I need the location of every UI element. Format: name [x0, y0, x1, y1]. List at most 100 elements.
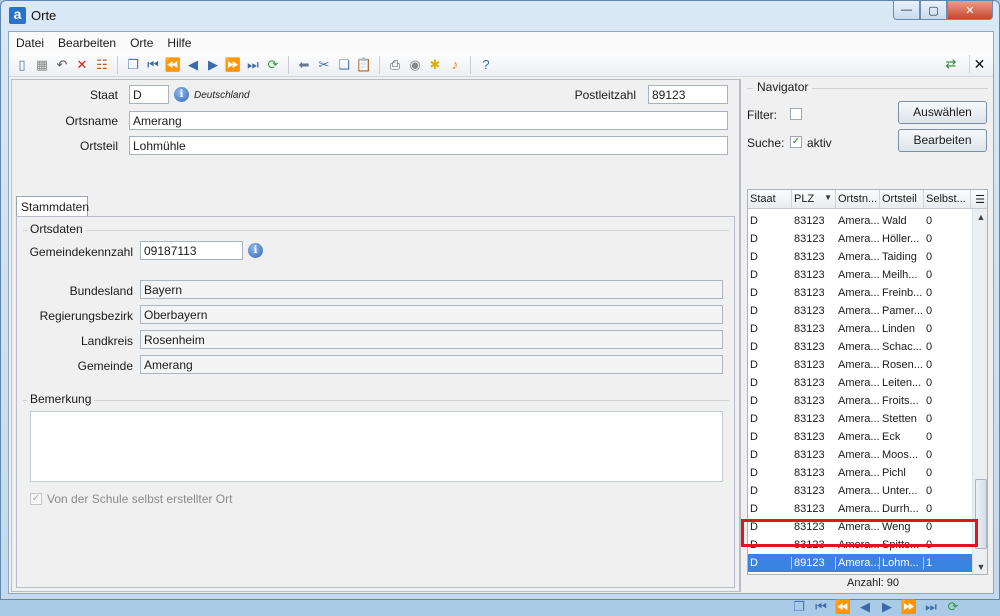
column-header-ortsteil[interactable]: Ortsteil [880, 190, 924, 208]
table-row[interactable]: D 83123 Amera... Pamer... 0 [748, 302, 972, 320]
refresh-icon[interactable]: ⟳ [943, 598, 963, 616]
scroll-up-icon[interactable]: ▲ [973, 209, 987, 225]
table-row[interactable]: D 83123 Amera... Weng 0 [748, 518, 972, 536]
table-row[interactable]: D 83123 Amera... Unter... 0 [748, 482, 972, 500]
bearbeiten-button[interactable]: Bearbeiten [898, 129, 987, 152]
preview-icon[interactable]: ◉ [406, 56, 424, 74]
menu-bearbeiten[interactable]: Bearbeiten [51, 32, 123, 53]
table-row[interactable]: D 83123 Amera... Linden 0 [748, 320, 972, 338]
print-icon[interactable]: ⎙ [386, 56, 404, 74]
filter-checkbox[interactable] [790, 108, 802, 120]
menu-orte[interactable]: Orte [123, 32, 160, 53]
table-row[interactable]: D 83123 Amera... Meilh... 0 [748, 266, 972, 284]
undo-icon[interactable]: ↶ [53, 56, 71, 74]
form-panel: Staat D i Deutschland Postleitzahl 89123… [11, 79, 740, 592]
table-cell: D [750, 521, 758, 533]
staat-input[interactable]: D [129, 85, 169, 104]
last-icon[interactable]: ⏭ [244, 56, 262, 74]
ortsname-input[interactable]: Amerang [129, 111, 728, 130]
table-row[interactable]: D 83123 Amera... Höller... 0 [748, 230, 972, 248]
grid-scrollbar[interactable]: ▲ ▼ [972, 209, 987, 574]
selected-table-row[interactable]: D 89123 Amera... Lohm... 1 [748, 554, 972, 572]
column-header-staat[interactable]: Staat [748, 190, 792, 208]
table-row[interactable]: D 83123 Amera... Leiten... 0 [748, 374, 972, 392]
prev-page-icon[interactable]: ⏪ [833, 598, 853, 616]
landkreis-label: Landkreis [80, 334, 133, 348]
menu-hilfe[interactable]: Hilfe [160, 32, 198, 53]
close-button[interactable]: ✕ [947, 1, 993, 20]
copy-record-icon[interactable]: ❐ [124, 56, 142, 74]
table-cell: 83123 [794, 215, 825, 227]
selbst-erstellt-checkbox[interactable]: ✓ [30, 493, 42, 505]
refresh-icon[interactable]: ⟳ [264, 56, 282, 74]
prev-icon[interactable]: ◀ [855, 598, 875, 616]
scrollbar-thumb[interactable] [975, 479, 987, 549]
copy-record-icon[interactable]: ❐ [789, 598, 809, 616]
table-cell: D [750, 431, 758, 443]
back-arrow-icon[interactable]: ⬅ [295, 56, 313, 74]
cut-icon[interactable]: ✂ [315, 56, 333, 74]
table-cell: Höller... [882, 233, 920, 245]
table-row[interactable]: D 83123 Amera... Spitte... 0 [748, 536, 972, 554]
column-chooser-icon[interactable]: ☰ [971, 190, 987, 208]
table-cell: 83123 [794, 359, 825, 371]
help-icon[interactable]: ? [477, 56, 495, 74]
table-cell: D [750, 467, 758, 479]
minimize-button[interactable]: — [893, 1, 920, 20]
suche-checkbox[interactable]: ✓ [790, 136, 802, 148]
table-row[interactable]: D 83123 Amera... Rosen... 0 [748, 356, 972, 374]
table-cell: 83123 [794, 467, 825, 479]
auswaehlen-button[interactable]: Auswählen [898, 101, 987, 124]
title-bar[interactable]: a Orte — ▢ ✕ [1, 1, 999, 31]
table-row[interactable]: D 83123 Amera... Schac... 0 [748, 338, 972, 356]
table-row[interactable]: D 83123 Amera... Eck 0 [748, 428, 972, 446]
table-row[interactable]: D 83123 Amera... Froits... 0 [748, 392, 972, 410]
table-row[interactable]: D 83123 Amera... Durrh... 0 [748, 500, 972, 518]
next-page-icon[interactable]: ⏩ [224, 56, 242, 74]
table-cell: 83123 [794, 233, 825, 245]
table-row[interactable]: D 83123 Amera... Taiding 0 [748, 248, 972, 266]
first-icon[interactable]: ⏮ [811, 598, 831, 616]
column-header-selbst[interactable]: Selbst... [924, 190, 971, 208]
column-header-ortsname[interactable]: Ortstn... [836, 190, 880, 208]
prev-page-icon[interactable]: ⏪ [164, 56, 182, 74]
hint-icon[interactable]: ✱ [426, 56, 444, 74]
prev-icon[interactable]: ◀ [184, 56, 202, 74]
table-cell: 1 [926, 557, 933, 569]
save-icon[interactable]: ▦ [33, 56, 51, 74]
first-icon[interactable]: ⏮ [144, 56, 162, 74]
table-cell: 0 [926, 215, 933, 227]
bemerkung-textarea[interactable] [30, 411, 723, 482]
paste-icon[interactable]: 📋 [355, 56, 373, 74]
last-icon[interactable]: ⏭ [921, 598, 941, 616]
edit-list-icon[interactable]: ☷ [93, 56, 111, 74]
scroll-down-icon[interactable]: ▼ [973, 559, 987, 574]
table-row[interactable]: D 83123 Amera... Pichl 0 [748, 464, 972, 482]
export-icon[interactable]: ⇄ [942, 55, 960, 73]
copy-icon[interactable]: ❏ [335, 56, 353, 74]
toolbar-close-button[interactable]: ✕ [969, 55, 989, 73]
new-icon[interactable]: ▯ [13, 56, 31, 74]
next-icon[interactable]: ▶ [877, 598, 897, 616]
next-icon[interactable]: ▶ [204, 56, 222, 74]
table-cell: Amera... [838, 485, 880, 497]
gkz-info-icon[interactable]: i [248, 243, 263, 258]
info-icon[interactable]: i [174, 87, 189, 102]
menu-datei[interactable]: Datei [9, 32, 51, 53]
table-row[interactable]: D 83123 Amera... Stetten 0 [748, 410, 972, 428]
table-cell: 0 [926, 287, 933, 299]
next-page-icon[interactable]: ⏩ [899, 598, 919, 616]
table-row[interactable]: D 83123 Amera... Wald 0 [748, 212, 972, 230]
bell-icon[interactable]: ♪ [446, 56, 464, 74]
toolbar-separator [117, 55, 118, 74]
column-header-plz[interactable]: PLZ [792, 190, 836, 208]
maximize-button[interactable]: ▢ [920, 1, 947, 20]
table-row[interactable]: D 83123 Amera... Moos... 0 [748, 446, 972, 464]
ortsteil-input[interactable]: Lohmühle [129, 136, 728, 155]
tab-stammdaten[interactable]: Stammdaten [16, 196, 89, 217]
plz-input[interactable]: 89123 [648, 85, 728, 104]
gkz-input[interactable]: 09187113 [140, 241, 243, 260]
table-cell: Moos... [882, 449, 919, 461]
table-row[interactable]: D 83123 Amera... Freinb... 0 [748, 284, 972, 302]
delete-icon[interactable]: ✕ [73, 56, 91, 74]
